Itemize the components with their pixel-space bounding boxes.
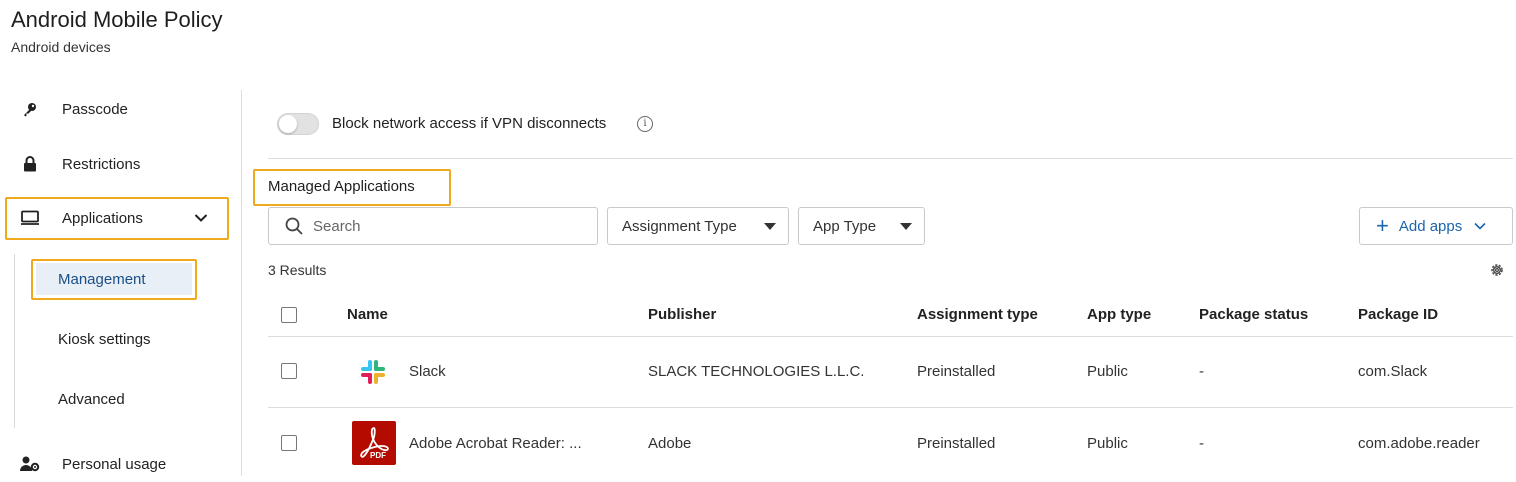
column-header-name[interactable]: Name — [347, 306, 388, 323]
user-gear-icon — [18, 456, 42, 472]
slack-logo-icon — [359, 358, 387, 391]
app-package-status: - — [1199, 363, 1204, 380]
vpn-toggle-label: Block network access if VPN disconnects — [332, 115, 607, 132]
app-type: Public — [1087, 363, 1128, 380]
info-icon[interactable]: i — [637, 116, 653, 132]
table-header-divider — [268, 336, 1513, 337]
sidebar-item-label: Personal usage — [62, 455, 167, 473]
app-package-id: com.Slack — [1358, 363, 1428, 380]
gear-icon[interactable] — [1489, 262, 1505, 283]
app-name[interactable]: Slack — [409, 363, 446, 380]
column-header-package-status[interactable]: Package status — [1199, 306, 1308, 323]
dropdown-label: App Type — [813, 217, 877, 235]
sidebar-item-restrictions[interactable]: Restrictions — [10, 146, 140, 182]
app-type-dropdown[interactable]: App Type — [798, 207, 925, 245]
app-assignment-type: Preinstalled — [917, 435, 996, 452]
add-apps-label: Add apps — [1398, 217, 1463, 235]
app-assignment-type: Preinstalled — [917, 363, 996, 380]
assignment-type-dropdown[interactable]: Assignment Type — [607, 207, 789, 245]
row-divider — [268, 407, 1513, 408]
app-publisher: SLACK TECHNOLOGIES L.L.C. — [648, 363, 865, 380]
sidebar-item-label: Restrictions — [62, 155, 141, 173]
page-title: Android Mobile Policy — [11, 7, 223, 32]
results-count: 3 Results — [268, 262, 327, 278]
search-input[interactable]: Search — [268, 207, 598, 245]
app-package-id: com.adobe.reader — [1358, 435, 1480, 452]
chevron-down-icon — [1474, 222, 1486, 230]
row-checkbox[interactable] — [281, 363, 297, 379]
lock-icon — [18, 156, 42, 172]
sidebar-subitem-kiosk-settings[interactable]: Kiosk settings — [58, 331, 151, 348]
sidebar-divider — [241, 90, 242, 476]
plus-icon: + — [1376, 213, 1389, 238]
column-header-assignment-type[interactable]: Assignment type — [917, 306, 1038, 323]
caret-down-icon — [900, 222, 912, 230]
sidebar-item-label: Passcode — [62, 100, 128, 118]
column-header-app-type[interactable]: App type — [1087, 306, 1151, 323]
divider — [268, 158, 1513, 159]
pdf-badge: PDF — [370, 451, 386, 460]
app-type: Public — [1087, 435, 1128, 452]
highlight-section-title — [253, 169, 451, 206]
select-all-checkbox[interactable] — [281, 307, 297, 323]
app-name[interactable]: Adobe Acrobat Reader: ... — [409, 435, 582, 452]
adobe-pdf-icon: PDF — [352, 421, 396, 465]
search-icon — [285, 217, 303, 235]
caret-down-icon — [764, 222, 776, 230]
highlight-applications — [5, 197, 229, 240]
app-package-status: - — [1199, 435, 1204, 452]
sidebar-item-personal-usage[interactable]: Personal usage — [10, 446, 166, 482]
submenu-line — [14, 254, 15, 428]
row-checkbox[interactable] — [281, 435, 297, 451]
app-publisher: Adobe — [648, 435, 692, 452]
dropdown-label: Assignment Type — [622, 217, 737, 235]
key-icon — [18, 101, 42, 117]
add-apps-button[interactable]: + Add apps — [1359, 207, 1513, 245]
column-header-publisher[interactable]: Publisher — [648, 306, 716, 323]
sidebar-item-passcode[interactable]: Passcode — [10, 91, 128, 127]
sidebar-subitem-advanced[interactable]: Advanced — [58, 391, 125, 408]
page-subtitle: Android devices — [11, 39, 111, 55]
column-header-package-id[interactable]: Package ID — [1358, 306, 1438, 323]
search-placeholder: Search — [313, 217, 361, 235]
highlight-management — [31, 259, 197, 300]
vpn-toggle[interactable] — [277, 113, 319, 135]
